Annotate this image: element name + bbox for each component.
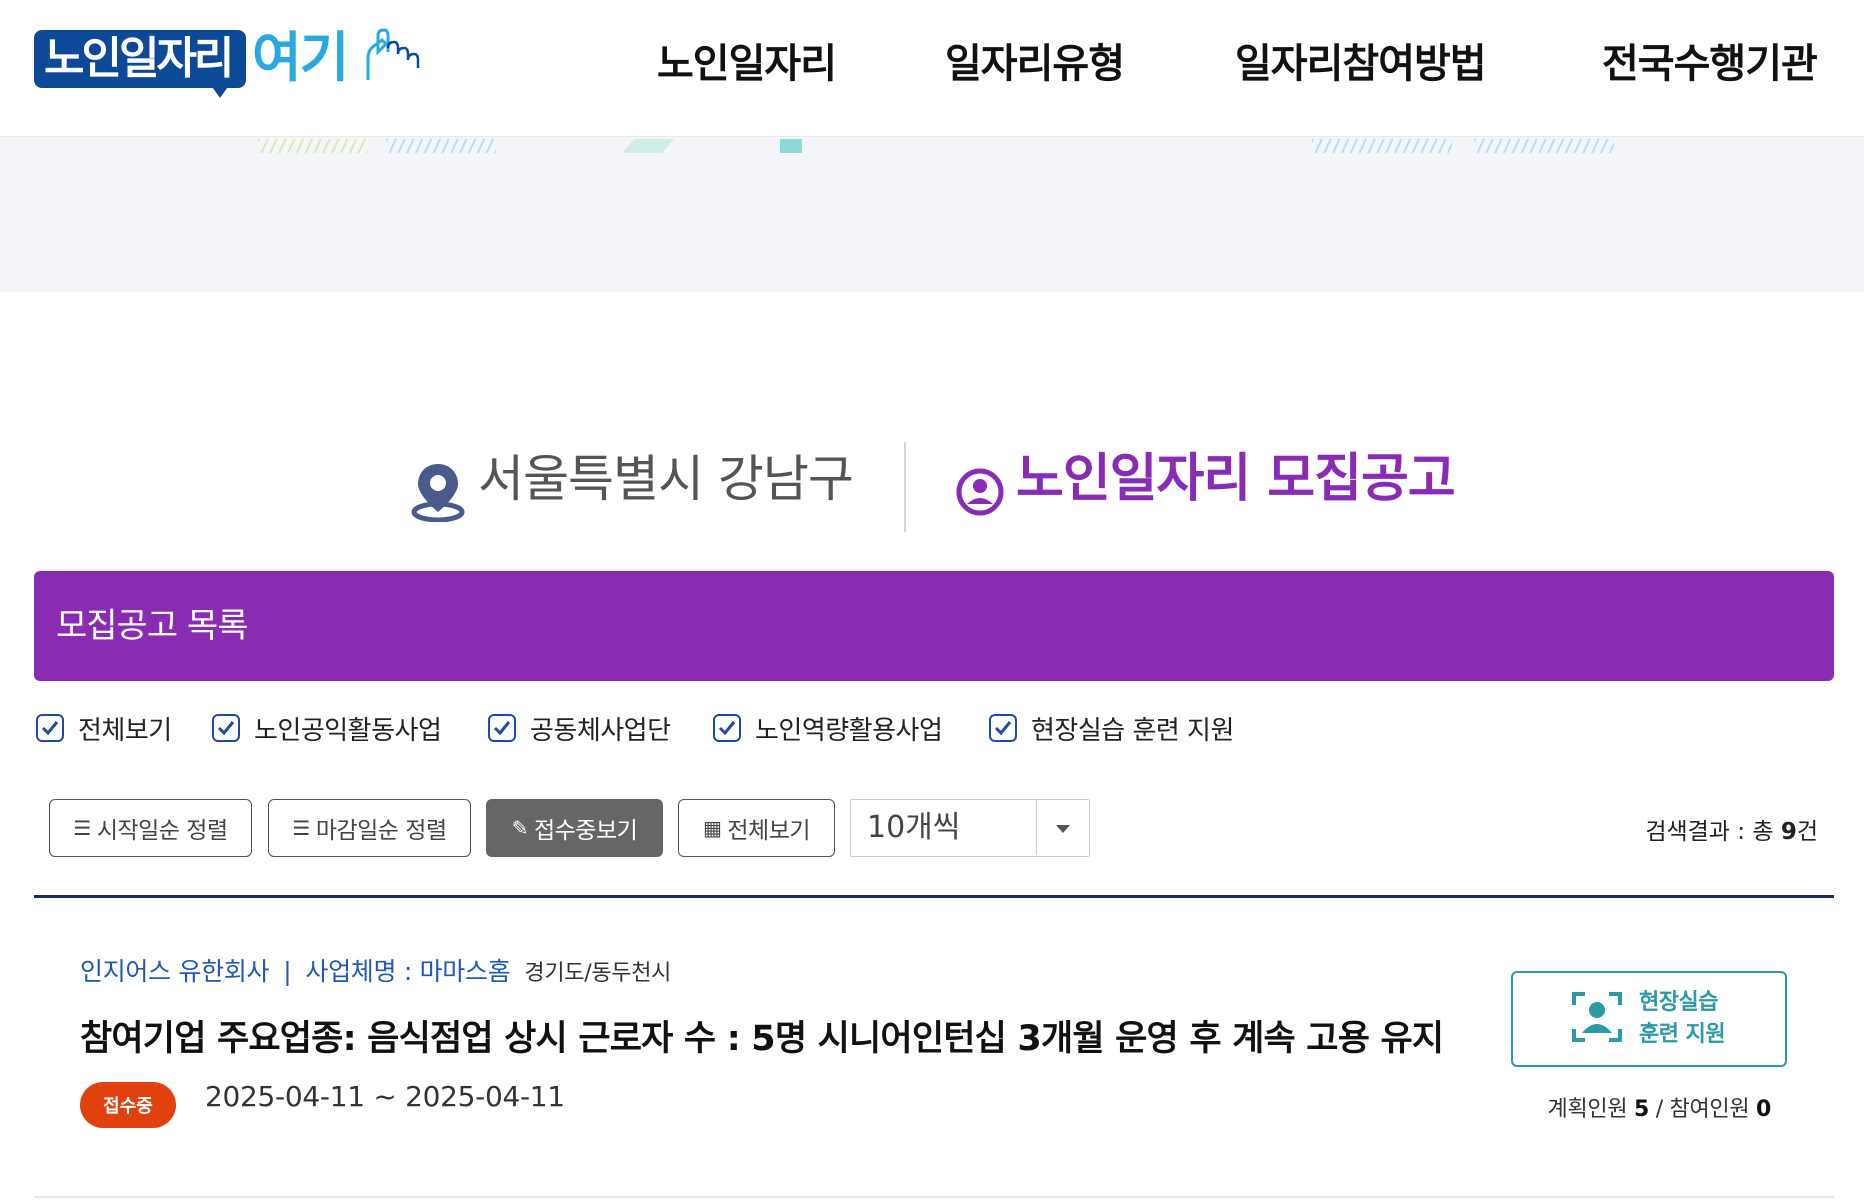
chevron-down-icon[interactable] — [1036, 800, 1089, 855]
view-all-label: 전체보기 — [727, 818, 811, 844]
status-badge: 접수중 — [80, 1082, 176, 1128]
checkbox[interactable] — [212, 714, 240, 742]
filter-label: 전체보기 — [78, 715, 172, 746]
location-label: 서울특별시 강남구 — [478, 450, 854, 508]
sort-end-button[interactable]: ☰ 마감일순 정렬 — [268, 799, 471, 857]
list-top-divider — [34, 895, 1834, 898]
support-label: 현장실습 훈련 지원 — [1639, 987, 1726, 1051]
page-title: 노인일자리 모집공고 — [1016, 449, 1456, 509]
filter-public-activity[interactable]: 노인공익활동사업 — [212, 710, 442, 746]
result-count-prefix: 검색결과 : 총 — [1645, 819, 1781, 845]
grid-icon: ▦ — [702, 816, 722, 840]
map-pin-icon — [411, 464, 465, 522]
sort-start-label: 시작일순 정렬 — [96, 818, 228, 844]
title-divider — [904, 442, 906, 532]
filter-label: 노인공익활동사업 — [254, 715, 442, 746]
filter-field-training[interactable]: 현장실습 훈련 지원 — [989, 710, 1234, 746]
page-size-select[interactable]: 10개씩 — [850, 799, 1090, 857]
nav-item-agencies[interactable]: 전국수행기관 — [1602, 34, 1818, 94]
checkbox[interactable] — [713, 714, 741, 742]
logo-main-text: 노인일자리 — [44, 33, 234, 84]
listing-meta: 인지어스 유한회사 | 사업체명 : 마마스홈 경기도/동두천시 — [80, 952, 671, 988]
hero-decoration — [1312, 139, 1452, 153]
checkbox[interactable] — [36, 714, 64, 742]
list-icon: ☰ — [73, 816, 91, 840]
meta-separator: | — [283, 957, 292, 986]
result-count: 검색결과 : 총 9건 — [1645, 812, 1818, 846]
listing-dates: 2025-04-11 ~ 2025-04-11 — [205, 1080, 565, 1113]
participants-label: 참여인원 — [1669, 1097, 1750, 1122]
list-banner: 모집공고 목록 — [34, 571, 1834, 681]
list-icon: ☰ — [292, 816, 310, 840]
region-label: 경기도/동두천시 — [524, 961, 672, 986]
receiving-filter-button[interactable]: ✎ 접수중보기 — [486, 799, 663, 857]
nav-item-how-to-participate[interactable]: 일자리참여방법 — [1235, 34, 1487, 94]
filter-all[interactable]: 전체보기 — [36, 710, 172, 746]
filter-label: 노인역량활용사업 — [755, 715, 943, 746]
listing-title[interactable]: 참여기업 주요업종: 음식점업 상시 근로자 수 : 5명 시니어인턴십 3개월… — [80, 1010, 1444, 1061]
site-header: 노인일자리 여기 노인일자리 일자리유형 일자리참여방법 전국수행기관 — [0, 0, 1864, 137]
headcount-info: 계획인원 5 / 참여인원 0 — [1547, 1097, 1772, 1122]
filter-community-business[interactable]: 공동체사업단 — [488, 710, 671, 746]
sort-end-label: 마감일순 정렬 — [315, 818, 447, 844]
planned-label: 계획인원 — [1547, 1097, 1628, 1122]
list-banner-label: 모집공고 목록 — [56, 606, 248, 646]
business-name[interactable]: 사업체명 : 마마스홈 — [305, 957, 510, 986]
person-scan-icon — [1572, 992, 1622, 1042]
check-icon — [41, 721, 59, 736]
filter-label: 현장실습 훈련 지원 — [1031, 715, 1234, 746]
view-all-button[interactable]: ▦ 전체보기 — [678, 799, 835, 857]
participants-count: 0 — [1755, 1097, 1771, 1122]
page-size-value: 10개씩 — [867, 810, 961, 845]
nav-item-job-types[interactable]: 일자리유형 — [945, 34, 1125, 94]
support-label-line1: 현장실습 — [1639, 990, 1718, 1015]
nav-item-senior-jobs[interactable]: 노인일자리 — [657, 34, 837, 94]
checkbox[interactable] — [488, 714, 516, 742]
filter-capacity-utilization[interactable]: 노인역량활용사업 — [713, 710, 943, 746]
logo-hand-icon — [366, 28, 420, 80]
hero-decoration — [1474, 139, 1614, 153]
hero-decoration — [780, 139, 802, 153]
checkbox[interactable] — [989, 714, 1017, 742]
check-icon — [493, 721, 511, 736]
user-circle-icon — [956, 468, 1004, 516]
pencil-icon: ✎ — [511, 816, 529, 840]
filter-label: 공동체사업단 — [530, 715, 671, 746]
support-label-line2: 훈련 지원 — [1639, 1022, 1726, 1047]
hero-decoration — [258, 139, 368, 153]
check-icon — [217, 721, 235, 736]
hero-decoration — [386, 139, 496, 153]
logo-sub-text: 여기 — [252, 26, 349, 89]
sort-start-button[interactable]: ☰ 시작일순 정렬 — [49, 799, 252, 857]
site-logo[interactable]: 노인일자리 여기 — [34, 26, 434, 100]
result-count-number: 9 — [1780, 819, 1797, 845]
planned-count: 5 — [1634, 1097, 1650, 1122]
check-icon — [994, 721, 1012, 736]
field-training-support-badge[interactable]: 현장실습 훈련 지원 — [1511, 971, 1787, 1067]
result-count-suffix: 건 — [1796, 819, 1818, 845]
hero-decoration — [622, 139, 674, 153]
list-item-divider — [34, 1196, 1834, 1198]
check-icon — [718, 721, 736, 736]
receiving-filter-label: 접수중보기 — [533, 818, 638, 844]
hero-band — [0, 137, 1864, 292]
company-name[interactable]: 인지어스 유한회사 — [80, 957, 270, 986]
